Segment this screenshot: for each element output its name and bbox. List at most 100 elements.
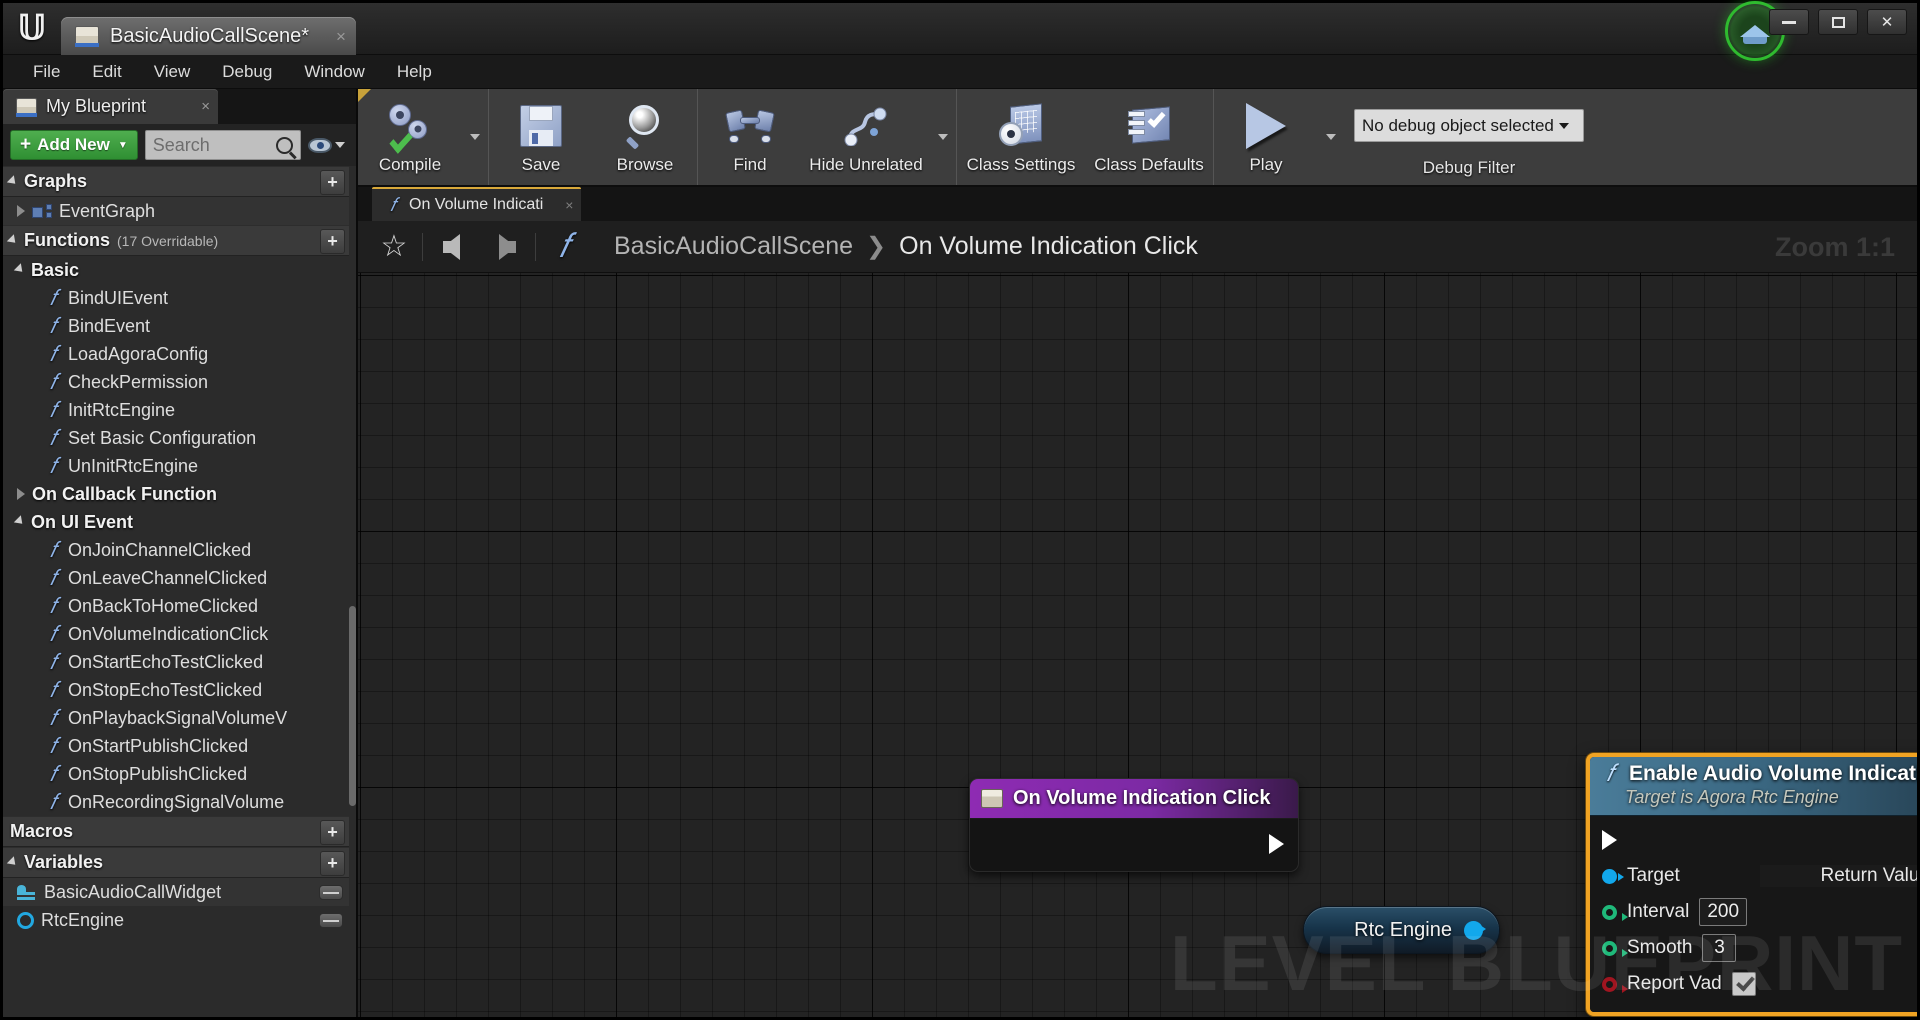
debug-object-select[interactable]: No debug object selected [1354, 109, 1584, 142]
document-tab[interactable]: BasicAudioCallScene* × [61, 17, 356, 55]
document-tab-close-icon[interactable]: × [320, 28, 346, 45]
exec-in-pin[interactable] [1602, 830, 1617, 850]
visibility-toggle[interactable] [319, 884, 343, 900]
blueprint-graph-canvas[interactable]: On Volume Indication Click Rtc Engine � [358, 273, 1917, 1017]
collapse-triangle-icon[interactable] [17, 205, 25, 217]
tree-item[interactable]: BasicAudioCallWidget [3, 878, 349, 906]
tree-item[interactable]: 𝑓 OnRecordingSignalVolume [3, 788, 349, 816]
tree-item[interactable]: 𝑓 InitRtcEngine [3, 396, 349, 424]
section-header-functions[interactable]: Functions (17 Overridable) + [3, 225, 349, 256]
tree-scrollbar[interactable] [349, 606, 356, 806]
menu-window[interactable]: Window [290, 58, 378, 86]
interval-value-input[interactable]: 200 [1699, 898, 1748, 926]
class-settings-button[interactable]: Class Settings [957, 89, 1085, 185]
compile-button[interactable]: Compile [358, 89, 462, 185]
tree-item[interactable]: 𝑓 OnStopEchoTestClicked [3, 676, 349, 704]
node-enable-audio-volume-indication[interactable]: 𝑓 Enable Audio Volume Indication Target … [1586, 753, 1917, 1016]
menu-help[interactable]: Help [383, 58, 446, 86]
breadcrumb-item-blueprint[interactable]: BasicAudioCallScene [614, 232, 853, 261]
tree-item-label: Set Basic Configuration [68, 427, 257, 448]
tree-item[interactable]: RtcEngine [3, 906, 349, 934]
smooth-value-input[interactable]: 3 [1702, 934, 1737, 962]
section-header-macros[interactable]: Macros + [3, 816, 349, 847]
menu-edit[interactable]: Edit [78, 58, 135, 86]
compile-options-dropdown[interactable] [462, 89, 488, 185]
tree-item[interactable]: 𝑓 OnLeaveChannelClicked [3, 564, 349, 592]
browse-button[interactable]: Browse [593, 89, 697, 185]
section-add-button[interactable]: + [320, 229, 345, 254]
find-button[interactable]: Find [698, 89, 802, 185]
tree-item-label: OnBackToHomeClicked [68, 595, 259, 616]
menu-file[interactable]: File [19, 58, 74, 86]
section-header-graphs[interactable]: Graphs + [3, 166, 349, 197]
minimize-button[interactable] [1769, 9, 1809, 35]
tree-item[interactable]: 𝑓 BindEvent [3, 312, 349, 340]
target-input-pin[interactable] [1602, 868, 1624, 884]
node-rtc-engine-variable[interactable]: Rtc Engine [1303, 906, 1500, 954]
close-button[interactable]: ✕ [1867, 9, 1907, 35]
visibility-filter-button[interactable] [308, 137, 349, 153]
section-add-button[interactable]: + [320, 820, 345, 845]
expand-triangle-icon[interactable] [6, 174, 19, 187]
forward-button[interactable] [479, 233, 535, 260]
menu-view[interactable]: View [140, 58, 205, 86]
node-body [970, 819, 1298, 871]
menu-debug[interactable]: Debug [208, 58, 286, 86]
graph-tab-close-icon[interactable]: × [551, 198, 573, 212]
blueprint-tree[interactable]: Graphs + EventGraph Functions (17 Overridabl… [3, 166, 356, 1017]
back-button[interactable] [423, 233, 479, 260]
expand-triangle-icon[interactable] [6, 233, 19, 246]
tab-my-blueprint-close-icon[interactable]: × [179, 99, 210, 114]
expand-triangle-icon[interactable] [13, 263, 26, 276]
section-header-variables[interactable]: Variables + [3, 847, 349, 878]
toolbar-group-asset: Save Browse [489, 89, 698, 185]
tree-item[interactable]: 𝑓 OnVolumeIndicationClick [3, 620, 349, 648]
interval-input-pin[interactable] [1602, 904, 1628, 921]
tab-my-blueprint[interactable]: My Blueprint × [3, 89, 218, 124]
graph-tab-row: 𝑓 On Volume Indicati × [358, 187, 1917, 221]
collapse-triangle-icon[interactable] [17, 488, 25, 500]
search-input[interactable]: Search [144, 130, 301, 160]
section-subtitle: (17 Overridable) [117, 232, 219, 249]
hide-unrelated-options-dropdown[interactable] [930, 89, 956, 185]
exec-out-pin[interactable] [1269, 834, 1284, 854]
tree-item[interactable]: Basic [3, 256, 349, 284]
visibility-toggle[interactable] [319, 912, 343, 928]
add-new-button[interactable]: + Add New ▼ [10, 130, 138, 160]
play-options-dropdown[interactable] [1318, 89, 1344, 185]
favorite-button[interactable]: ☆ [366, 231, 422, 262]
maximize-button[interactable] [1818, 9, 1858, 35]
breadcrumb: ☆ 𝑓 BasicAudioCallScene ❯ On Volume Indi… [358, 221, 1917, 273]
tree-item[interactable]: 𝑓 OnStopPublishClicked [3, 760, 349, 788]
tree-item-label: On Callback Function [32, 483, 218, 504]
tree-item[interactable]: 𝑓 OnStartPublishClicked [3, 732, 349, 760]
save-button[interactable]: Save [489, 89, 593, 185]
section-add-button[interactable]: + [320, 170, 345, 195]
graph-tab-on-volume-indication[interactable]: 𝑓 On Volume Indicati × [372, 187, 582, 221]
tree-item[interactable]: On Callback Function [3, 480, 349, 508]
play-button[interactable]: Play [1214, 89, 1318, 185]
tree-item[interactable]: 𝑓 OnJoinChannelClicked [3, 536, 349, 564]
tree-item[interactable]: 𝑓 UnInitRtcEngine [3, 452, 349, 480]
tree-item[interactable]: 𝑓 BindUIEvent [3, 284, 349, 312]
section-add-button[interactable]: + [320, 851, 345, 876]
report-vad-checkbox[interactable] [1731, 972, 1756, 996]
expand-triangle-icon[interactable] [13, 515, 26, 528]
tree-item[interactable]: On UI Event [3, 508, 349, 536]
function-icon: 𝑓 [49, 453, 57, 478]
tree-item[interactable]: 𝑓 CheckPermission [3, 368, 349, 396]
object-out-pin[interactable] [1464, 920, 1486, 940]
expand-triangle-icon[interactable] [6, 855, 19, 868]
report-vad-input-pin[interactable] [1602, 976, 1628, 993]
smooth-input-pin[interactable] [1602, 940, 1628, 957]
tree-item[interactable]: 𝑓 OnStartEchoTestClicked [3, 648, 349, 676]
tree-item[interactable]: 𝑓 LoadAgoraConfig [3, 340, 349, 368]
hide-unrelated-button[interactable]: Hide Unrelated [802, 89, 930, 185]
tree-item[interactable]: 𝑓 Set Basic Configuration [3, 424, 349, 452]
class-defaults-button[interactable]: Class Defaults [1085, 89, 1213, 185]
tree-item[interactable]: 𝑓 OnBackToHomeClicked [3, 592, 349, 620]
node-on-volume-indication-click[interactable]: On Volume Indication Click [969, 778, 1299, 872]
tree-item[interactable]: 𝑓 OnPlaybackSignalVolumeV [3, 704, 349, 732]
tree-item[interactable]: EventGraph [3, 197, 349, 225]
breadcrumb-item-graph[interactable]: On Volume Indication Click [899, 232, 1198, 261]
